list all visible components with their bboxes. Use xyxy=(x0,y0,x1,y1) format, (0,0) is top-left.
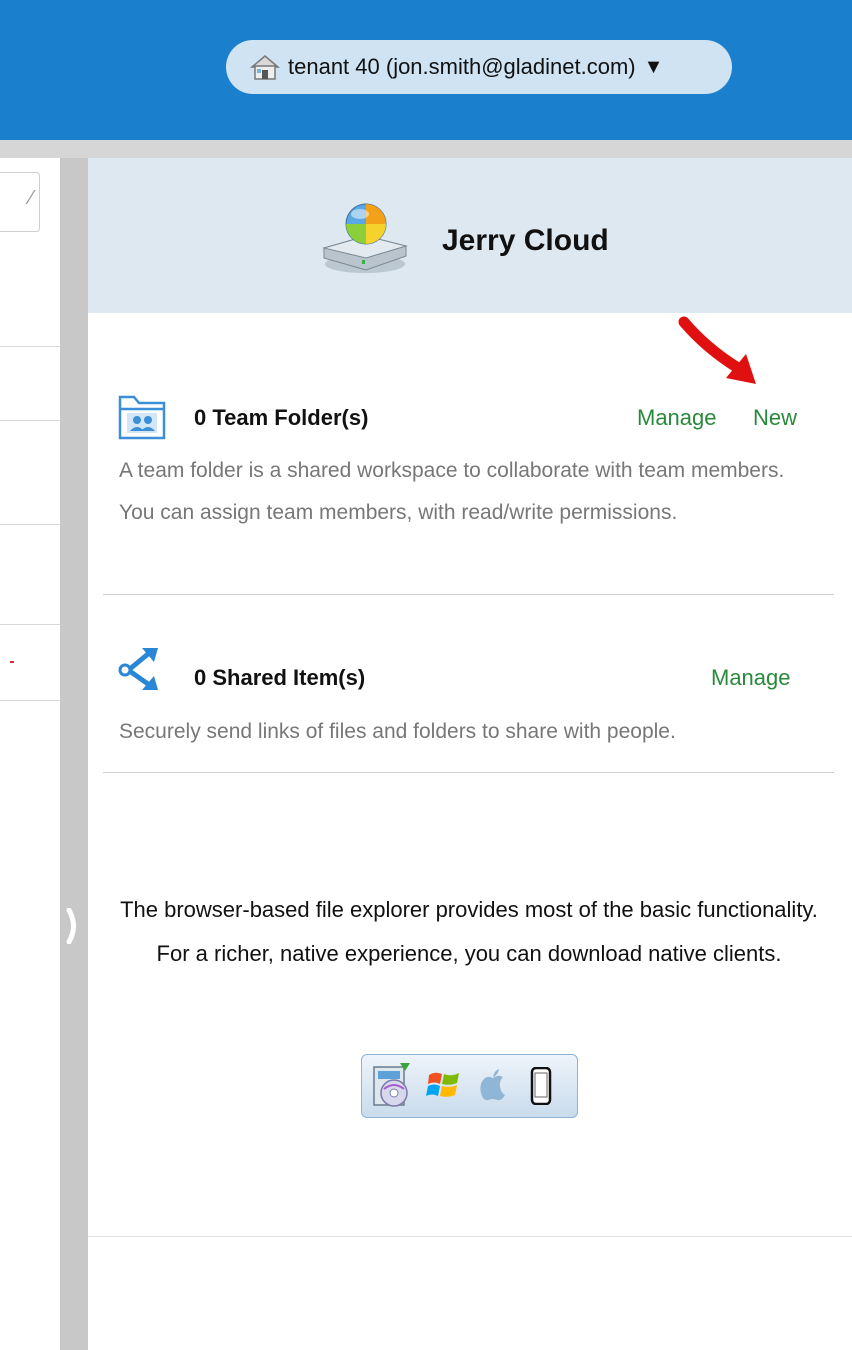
tenant-account-menu[interactable]: tenant 40 (jon.smith@gladinet.com) ▼ xyxy=(226,40,732,94)
tenant-label: tenant 40 (jon.smith@gladinet.com) xyxy=(288,54,636,79)
chevron-right-icon[interactable] xyxy=(66,908,80,944)
cloud-name: Jerry Cloud xyxy=(442,224,609,257)
team-folders-description: A team folder is a shared workspace to c… xyxy=(119,459,785,524)
panel-header: Jerry Cloud xyxy=(88,158,852,313)
file-list-area: ⁄ xyxy=(0,158,60,1350)
team-folders-new-link[interactable]: New xyxy=(753,405,797,431)
cloud-info-panel: Jerry Cloud 0 Team Folder(s) Manage New … xyxy=(88,158,852,1350)
download-native-clients-button[interactable] xyxy=(361,1054,578,1118)
panel-splitter[interactable] xyxy=(60,158,88,1350)
row-divider xyxy=(0,624,60,625)
row-divider xyxy=(0,524,60,525)
red-arrow-annotation xyxy=(678,316,756,384)
mobile-icon xyxy=(530,1067,552,1105)
share-icon xyxy=(118,648,158,690)
row-divider xyxy=(0,700,60,701)
team-folder-icon xyxy=(118,395,166,440)
dropdown-caret-icon: ▼ xyxy=(643,55,664,78)
slash-icon: ⁄ xyxy=(29,187,33,209)
panel-bottom-divider xyxy=(88,1236,852,1237)
shared-items-description: Securely send links of files and folders… xyxy=(119,720,676,743)
native-clients-promo-text: The browser-based file explorer provides… xyxy=(120,897,818,966)
header-divider xyxy=(0,140,852,158)
row-divider xyxy=(0,420,60,421)
section-divider xyxy=(103,594,834,595)
apple-icon xyxy=(480,1069,505,1101)
cloud-drive-icon xyxy=(322,203,408,273)
row-divider xyxy=(0,346,60,347)
row-marker xyxy=(10,661,14,663)
home-icon xyxy=(249,55,281,80)
windows-icon xyxy=(426,1072,459,1097)
team-folders-title: 0 Team Folder(s) xyxy=(194,405,369,430)
team-folders-manage-link[interactable]: Manage xyxy=(637,405,717,431)
shared-items-manage-link[interactable]: Manage xyxy=(711,665,791,691)
shared-items-title: 0 Shared Item(s) xyxy=(194,665,366,690)
section-divider xyxy=(103,772,834,773)
search-box-edge[interactable]: ⁄ xyxy=(0,172,40,232)
top-header-bar: tenant 40 (jon.smith@gladinet.com) ▼ xyxy=(0,0,852,140)
desktop-client-icon xyxy=(373,1063,410,1107)
